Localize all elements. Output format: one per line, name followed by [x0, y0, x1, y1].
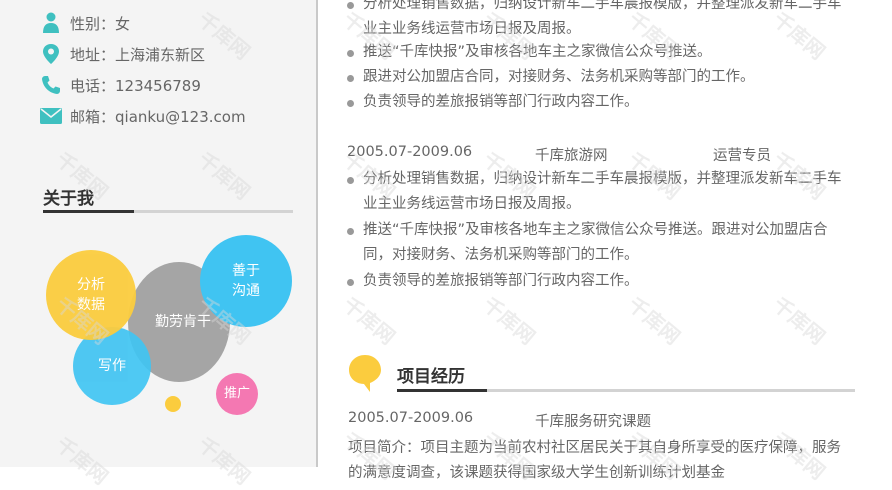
gender-text: 性别：女: [70, 14, 131, 33]
bubble-writing-label: 写作: [98, 358, 126, 374]
watermark: 千库网: [623, 292, 685, 350]
bubble-communication: 善于 沟通: [200, 235, 292, 327]
envelope-icon: [40, 105, 62, 127]
work1-bullet-3: 跟进对公加盟店合同，对接财务、法务机采购等部门的工作。: [347, 65, 755, 90]
bubble-analysis-label: 分析 数据: [77, 277, 105, 313]
bubble-diligent-label: 勤劳肯干: [155, 314, 211, 330]
address-row: 地址：上海浦东新区: [40, 42, 205, 66]
watermark: 千库网: [478, 292, 540, 350]
email-text: 邮箱：qianku@123.com: [70, 107, 246, 126]
email-row: 邮箱：qianku@123.com: [40, 104, 246, 128]
bubble-promotion-label: 推广: [223, 386, 250, 401]
work2-role: 运营专员: [713, 148, 771, 164]
work2-bullet-3: 负责领导的差旅报销等部门行政内容工作。: [347, 269, 639, 294]
watermark: 千库网: [338, 292, 400, 350]
location-pin-icon: [40, 43, 62, 65]
speech-bubble-icon: [348, 353, 382, 393]
left-sidebar: 性别：女 地址：上海浦东新区 电话：123456789 邮箱：qianku@12…: [0, 0, 318, 467]
about-title: 关于我: [43, 189, 94, 209]
work1-bullet-1: 业主业务线运营市场日报及周报。: [363, 21, 581, 37]
about-title-underline: [43, 210, 293, 213]
bubble-analysis: 分析 数据: [46, 250, 136, 340]
bubble-communication-label: 善于 沟通: [232, 263, 260, 299]
gender-row: 性别：女: [40, 11, 130, 35]
project-name: 千库服务研究课题: [535, 414, 651, 430]
person-icon: [40, 12, 62, 34]
work1-bullet-partial: 分析处理销售数据，归纳设计新车二手车晨报模版，并整理派发新车二手车: [347, 0, 842, 17]
work2-bullet-2-cont: 同，对接财务、法务机采购等部门的工作。: [363, 247, 639, 263]
project-intro-line2: 的满意度调查，该课题获得国家级大学生创新训练计划基金: [348, 465, 725, 481]
phone-row: 电话：123456789: [40, 73, 201, 97]
project-intro-line1: 项目简介：项目主题为当前农村社区居民关于其自身所享受的医疗保障，服务: [348, 440, 841, 456]
project-title: 项目经历: [397, 367, 465, 387]
work2-bullet-1: 分析处理销售数据，归纳设计新车二手车晨报模版，并整理派发新车二手车: [347, 167, 842, 192]
phone-icon: [40, 74, 62, 96]
decorative-dot: [165, 396, 181, 412]
work1-bullet-4: 负责领导的差旅报销等部门行政内容工作。: [347, 90, 639, 115]
project-title-underline: [397, 389, 855, 392]
address-text: 地址：上海浦东新区: [70, 45, 206, 64]
work2-period: 2005.07-2009.06: [347, 144, 473, 160]
phone-text: 电话：123456789: [70, 76, 201, 95]
work2-bullet-1-cont: 业主业务线运营市场日报及周报。: [363, 196, 581, 212]
work1-bullet-2: 推送“千库快报”及审核各地车主之家微信公众号推送。: [347, 40, 712, 65]
project-period: 2005.07-2009.06: [348, 410, 474, 426]
watermark: 千库网: [768, 292, 830, 350]
work2-company: 千库旅游网: [535, 148, 608, 164]
bubble-promotion: 推广: [216, 373, 258, 415]
work2-bullet-2: 推送“千库快报”及审核各地车主之家微信公众号推送。跟进对公加盟店合: [347, 218, 828, 243]
